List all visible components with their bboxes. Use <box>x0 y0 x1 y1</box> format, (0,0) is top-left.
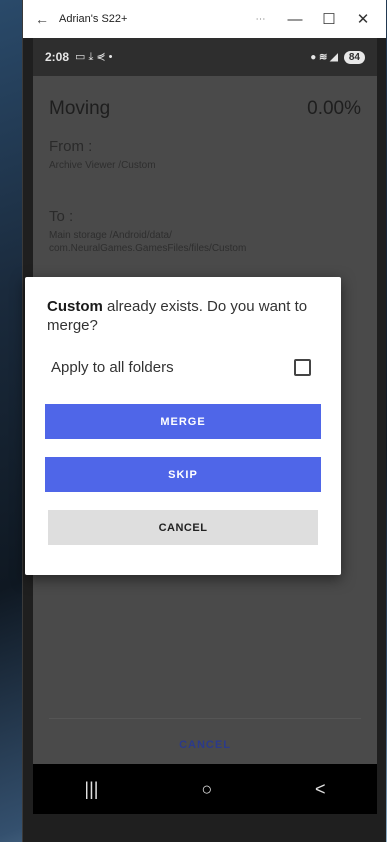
apply-to-all-row[interactable]: Apply to all folders <box>45 359 321 376</box>
notification-icons: ▭ ⤓ ⋞ • <box>75 51 113 63</box>
to-path-line-1: Main storage /Android/data/ <box>49 230 172 241</box>
home-icon[interactable]: ○ <box>201 779 212 800</box>
close-icon[interactable]: ✕ <box>346 10 380 28</box>
apply-to-all-label: Apply to all folders <box>51 359 174 376</box>
folder-name: Custom <box>47 298 103 315</box>
merge-folder-dialog: Custom already exists. Do you want to me… <box>25 277 341 575</box>
operation-title: Moving <box>49 98 111 119</box>
cancel-button[interactable]: CANCEL <box>48 510 318 545</box>
window-titlebar: ← Adrian's S22+ ⋯ — ☐ ✕ <box>23 0 386 38</box>
cancel-move-button[interactable]: CANCEL <box>49 718 361 751</box>
signal-icons: ● ≋ ◢ <box>310 51 338 63</box>
to-path: Main storage /Android/data/ com.NeuralGa… <box>33 225 377 255</box>
progress-percent: 0.00% <box>307 98 361 119</box>
status-time: 2:08 <box>45 50 70 64</box>
back-arrow-icon[interactable]: ← <box>29 11 55 27</box>
window-title: Adrian's S22+ <box>59 13 128 25</box>
apply-to-all-checkbox[interactable] <box>294 359 311 376</box>
merge-button[interactable]: MERGE <box>45 404 321 439</box>
back-nav-icon[interactable]: < <box>315 779 326 800</box>
android-nav-bar: ||| ○ < <box>33 764 377 814</box>
status-bar: 2:08 ▭ ⤓ ⋞ • ● ≋ ◢ 84 <box>33 38 377 76</box>
recents-icon[interactable]: ||| <box>84 779 98 800</box>
skip-button[interactable]: SKIP <box>45 457 321 492</box>
from-path: Archive Viewer /Custom <box>49 160 156 171</box>
battery-icon: 84 <box>343 50 365 64</box>
more-options-icon[interactable]: ⋯ <box>244 14 278 25</box>
maximize-icon[interactable]: ☐ <box>312 10 346 28</box>
to-label: To : <box>49 208 74 225</box>
to-path-line-2: com.NeuralGames.GamesFiles/files/Custom <box>49 243 247 254</box>
dialog-message: Custom already exists. Do you want to me… <box>45 297 321 335</box>
minimize-icon[interactable]: — <box>278 11 312 28</box>
from-label: From : <box>49 138 93 155</box>
